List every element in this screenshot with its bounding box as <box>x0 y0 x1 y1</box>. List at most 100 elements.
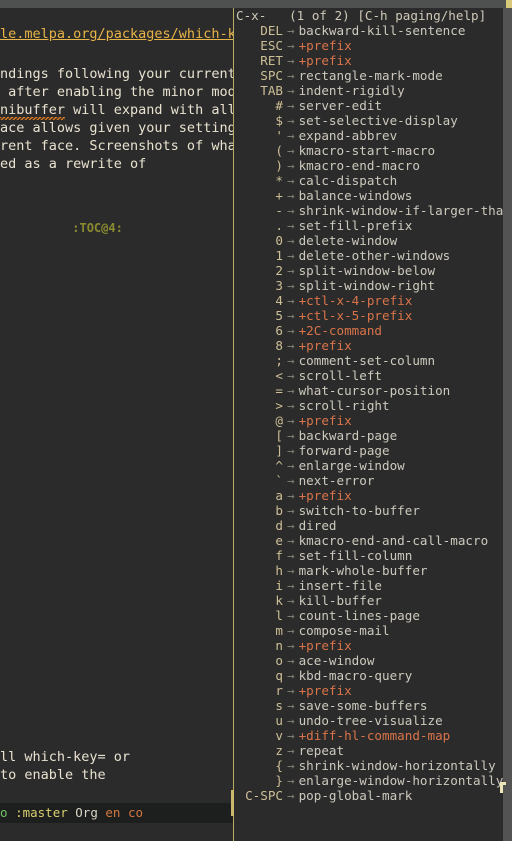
org-toc-tag[interactable]: :TOC@4: <box>0 221 123 235</box>
org-line-text: ace allows given your settings). <box>0 120 233 136</box>
which-key-binding-row[interactable]: i → insert-file <box>236 578 503 593</box>
arrow-icon: → <box>287 683 295 698</box>
which-key-binding-row[interactable]: 1 → delete-other-windows <box>236 248 503 263</box>
which-key-binding-row[interactable]: ESC → +prefix <box>236 38 503 53</box>
which-key-command: shrink-window-horizontally <box>298 758 496 773</box>
which-key-command: set-fill-prefix <box>298 218 413 233</box>
which-key-binding-row[interactable]: C-SPC → pop-global-mark <box>236 788 503 803</box>
which-key-key: l <box>275 608 283 623</box>
which-key-key: d <box>275 518 283 533</box>
which-key-binding-row[interactable]: s → save-some-buffers <box>236 698 503 713</box>
which-key-binding-row[interactable]: d → dired <box>236 518 503 533</box>
arrow-icon: → <box>287 98 295 113</box>
arrow-icon: → <box>287 788 295 803</box>
which-key-binding-row[interactable]: q → kbd-macro-query <box>236 668 503 683</box>
which-key-key: i <box>275 578 283 593</box>
which-key-key: # <box>275 98 283 113</box>
which-key-binding-row[interactable]: (→ kmacro-start-macro <box>236 143 503 158</box>
which-key-key: u <box>275 713 283 728</box>
which-key-binding-row[interactable]: e → kmacro-end-and-call-macro <box>236 533 503 548</box>
arrow-icon: → <box>287 773 295 788</box>
which-key-binding-row[interactable]: 8 → +prefix <box>236 338 503 353</box>
which-key-binding-row[interactable]: - → shrink-window-if-larger-tha.. <box>236 203 503 218</box>
which-key-binding-row[interactable]: ^ → enlarge-window <box>236 458 503 473</box>
which-key-binding-row[interactable]: * → calc-dispatch <box>236 173 503 188</box>
which-key-command: server-edit <box>298 98 382 113</box>
arrow-icon: → <box>287 68 295 83</box>
which-key-binding-row[interactable]: 5 → +ctl-x-5-prefix <box>236 308 503 323</box>
which-key-binding-row[interactable]: ` → next-error <box>236 473 503 488</box>
which-key-binding-row[interactable]: m → compose-mail <box>236 623 503 638</box>
which-key-binding-row[interactable]: 2 → split-window-below <box>236 263 503 278</box>
echo-area[interactable] <box>0 823 233 841</box>
arrow-icon: → <box>287 728 295 743</box>
which-key-binding-row[interactable]: h → mark-whole-buffer <box>236 563 503 578</box>
which-key-binding-row[interactable]: 3 → split-window-right <box>236 278 503 293</box>
which-key-command: dired <box>298 518 337 533</box>
arrow-icon: → <box>287 428 295 443</box>
which-key-binding-row[interactable]: < → scroll-left <box>236 368 503 383</box>
org-line-text: will expand with all of <box>73 102 233 118</box>
org-line: :TOC@4: <box>0 219 233 237</box>
which-key-binding-row[interactable]: 4 → +ctl-x-4-prefix <box>236 293 503 308</box>
which-key-binding-row[interactable]: b → switch-to-buffer <box>236 503 503 518</box>
which-key-binding-row[interactable]: l → count-lines-page <box>236 608 503 623</box>
which-key-command: count-lines-page <box>298 608 420 623</box>
arrow-icon: → <box>287 23 295 38</box>
which-key-binding-row[interactable]: f → set-fill-column <box>236 548 503 563</box>
which-key-command: kill-buffer <box>298 593 382 608</box>
which-key-binding-row[interactable]: RET → +prefix <box>236 53 503 68</box>
which-key-command: split-window-right <box>298 278 436 293</box>
which-key-binding-row[interactable]: k → kill-buffer <box>236 593 503 608</box>
which-key-key: o <box>275 653 283 668</box>
which-key-key: @ <box>275 413 283 428</box>
which-key-binding-row[interactable]: r → +prefix <box>236 683 503 698</box>
org-buffer-window[interactable]: le.melpa.org/packages/which-key-b ndings… <box>0 8 233 841</box>
which-key-key: = <box>275 383 283 398</box>
which-key-binding-row[interactable]: v → +diff-hl-command-map <box>236 728 503 743</box>
which-key-binding-row[interactable]: z → repeat <box>236 743 503 758</box>
which-key-binding-row[interactable]: o → ace-window <box>236 653 503 668</box>
which-key-binding-row[interactable]: SPC → rectangle-mark-mode <box>236 68 503 83</box>
which-key-binding-row[interactable]: ] → forward-page <box>236 443 503 458</box>
which-key-panel[interactable]: C-x- (1 of 2) [C-h paging/help] DEL → back… <box>236 8 503 841</box>
which-key-prefix-label: +2C-command <box>298 323 382 338</box>
which-key-binding-row[interactable]: ' → expand-abbrev <box>236 128 503 143</box>
which-key-binding-row[interactable]: {→ shrink-window-horizontally <box>236 758 503 773</box>
which-key-binding-row[interactable]: ; → comment-set-column <box>236 353 503 368</box>
which-key-key: $ <box>275 113 283 128</box>
which-key-command: rectangle-mark-mode <box>298 68 443 83</box>
which-key-prefix-label: +prefix <box>298 488 352 503</box>
which-key-key: < <box>275 368 283 383</box>
which-key-binding-row[interactable]: } → enlarge-window-horizontally <box>236 773 503 788</box>
which-key-binding-row[interactable]: 6 → +2C-command <box>236 323 503 338</box>
which-key-binding-row[interactable]: > → scroll-right <box>236 398 503 413</box>
which-key-binding-row[interactable]: . → set-fill-prefix <box>236 218 503 233</box>
which-key-binding-row[interactable]: u → undo-tree-visualize <box>236 713 503 728</box>
which-key-binding-row[interactable]: DEL → backward-kill-sentence <box>236 23 503 38</box>
which-key-binding-row[interactable]: TAB → indent-rigidly <box>236 83 503 98</box>
which-key-binding-row[interactable]: n → +prefix <box>236 638 503 653</box>
which-key-command: pop-global-mark <box>298 788 413 803</box>
which-key-binding-row[interactable]: = → what-cursor-position <box>236 383 503 398</box>
which-key-binding-row[interactable]: a → +prefix <box>236 488 503 503</box>
arrow-icon: → <box>287 443 295 458</box>
which-key-binding-row[interactable]: # → server-edit <box>236 98 503 113</box>
which-key-key: 1 <box>275 248 283 263</box>
which-key-command: set-selective-display <box>298 113 458 128</box>
which-key-command: split-window-below <box>298 263 436 278</box>
arrow-icon: → <box>287 188 295 203</box>
melpa-url-link[interactable]: le.melpa.org/packages/which-key-b <box>0 26 233 42</box>
which-key-binding-row[interactable]: @ → +prefix <box>236 413 503 428</box>
org-line-text: ndings following your currently <box>0 66 233 82</box>
which-key-command: switch-to-buffer <box>298 503 420 518</box>
which-key-binding-row[interactable]: 0 → delete-window <box>236 233 503 248</box>
arrow-icon: → <box>287 38 295 53</box>
which-key-binding-row[interactable]: ) → kmacro-end-macro <box>236 158 503 173</box>
which-key-binding-row[interactable]: $ → set-selective-display <box>236 113 503 128</box>
which-key-binding-row[interactable]: [→ backward-page <box>236 428 503 443</box>
which-key-binding-row[interactable]: + → balance-windows <box>236 188 503 203</box>
which-key-command: mark-whole-buffer <box>298 563 428 578</box>
arrow-icon: → <box>287 653 295 668</box>
org-line: ndings following your currently <box>0 65 233 83</box>
